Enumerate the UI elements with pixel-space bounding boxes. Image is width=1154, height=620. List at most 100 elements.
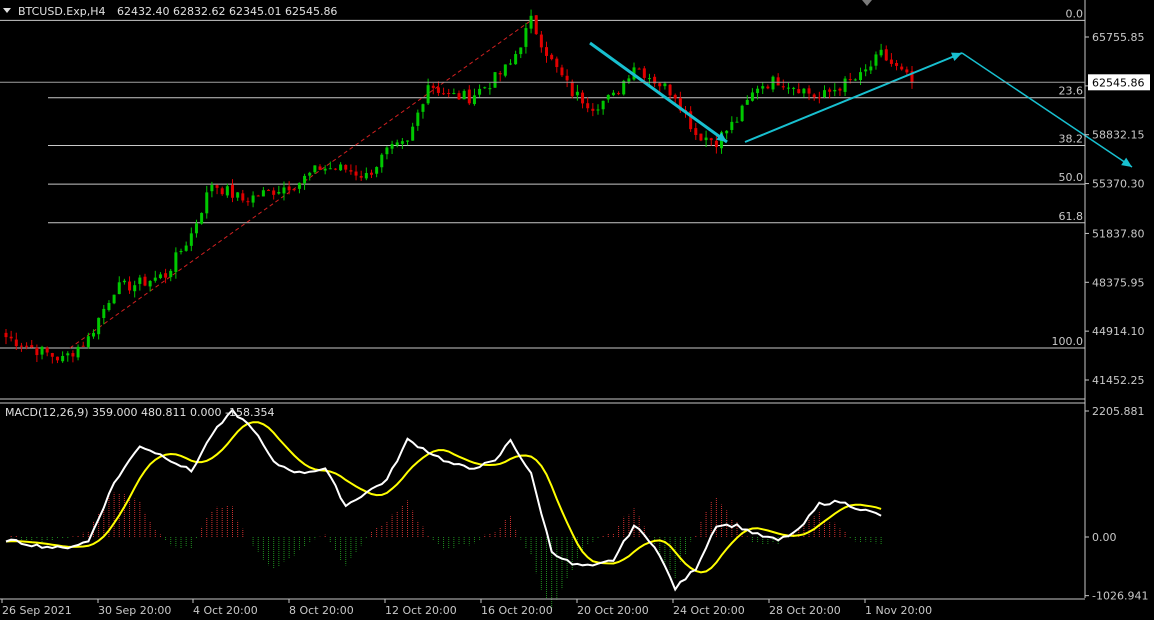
candle-body bbox=[35, 347, 39, 356]
candle-body bbox=[776, 77, 780, 86]
candle-body bbox=[565, 75, 569, 81]
time-tick-label: 8 Oct 20:00 bbox=[289, 604, 354, 617]
candle-body bbox=[488, 88, 492, 90]
candle-body bbox=[236, 192, 240, 198]
candle-body bbox=[884, 49, 888, 61]
candle-body bbox=[508, 63, 512, 65]
candle-body bbox=[112, 294, 116, 304]
candle-body bbox=[879, 49, 883, 56]
candle-body bbox=[797, 89, 801, 94]
ohlc-readout: 62432.40 62832.62 62345.01 62545.86 bbox=[117, 5, 337, 18]
candle-body bbox=[318, 166, 322, 170]
time-tick-label: 16 Oct 20:00 bbox=[481, 604, 553, 617]
candle-body bbox=[215, 185, 219, 188]
time-tick-label: 30 Sep 20:00 bbox=[98, 604, 171, 617]
candle-body bbox=[735, 121, 739, 123]
candle-body bbox=[436, 87, 440, 93]
candle-body bbox=[19, 345, 23, 347]
time-tick-label: 1 Nov 20:00 bbox=[865, 604, 932, 617]
candle-body bbox=[359, 175, 363, 178]
candle-body bbox=[55, 356, 59, 361]
candle-body bbox=[205, 192, 209, 214]
candle-body bbox=[86, 336, 90, 347]
candle-body bbox=[534, 15, 538, 35]
candle-body bbox=[905, 69, 909, 73]
candle-body bbox=[71, 353, 75, 357]
candle-body bbox=[859, 72, 863, 81]
candle-body bbox=[442, 93, 446, 95]
time-tick-label: 28 Oct 20:00 bbox=[769, 604, 841, 617]
candle-body bbox=[817, 97, 821, 99]
fib-level-label: 0.0 bbox=[1066, 7, 1084, 20]
price-tick-label: 51837.80 bbox=[1092, 227, 1145, 240]
candle-body bbox=[267, 189, 271, 191]
candle-body bbox=[895, 63, 899, 66]
candle-body bbox=[694, 128, 698, 135]
fib-level-label: 38.2 bbox=[1059, 133, 1084, 146]
candle-body bbox=[864, 69, 868, 72]
candle-body bbox=[647, 78, 651, 80]
time-tick-label: 20 Oct 20:00 bbox=[577, 604, 649, 617]
candle-body bbox=[467, 89, 471, 104]
candle-body bbox=[756, 88, 760, 94]
price-tick-label: 41452.25 bbox=[1092, 374, 1145, 387]
candle-body bbox=[740, 105, 744, 122]
candle-body bbox=[596, 109, 600, 111]
candle-body bbox=[50, 353, 54, 357]
candle-body bbox=[92, 332, 96, 337]
candle-body bbox=[143, 276, 147, 286]
candle-body bbox=[81, 345, 85, 347]
candle-body bbox=[184, 245, 188, 251]
candle-body bbox=[364, 173, 368, 179]
candle-body bbox=[560, 67, 564, 76]
candle-body bbox=[591, 108, 595, 111]
trading-chart[interactable]: 0.0 23.6 38.2 50.0 61.8 100.0 65755.85 58832.1… bbox=[0, 0, 1154, 620]
candle-body bbox=[452, 92, 456, 94]
candle-body bbox=[369, 172, 373, 175]
candle-body bbox=[807, 88, 811, 94]
candle-body bbox=[210, 185, 214, 192]
candle-body bbox=[745, 99, 749, 105]
macd-tick-label: -1026.941 bbox=[1092, 590, 1148, 603]
candle-body bbox=[395, 142, 399, 146]
candle-body bbox=[9, 336, 13, 339]
candle-body bbox=[725, 130, 729, 134]
candle-body bbox=[611, 92, 615, 96]
candle-body bbox=[158, 274, 162, 279]
candle-body bbox=[272, 190, 276, 195]
candle-body bbox=[174, 252, 178, 272]
candle-body bbox=[668, 84, 672, 96]
candle-body bbox=[282, 187, 286, 194]
time-tick-label: 24 Oct 20:00 bbox=[673, 604, 745, 617]
price-tick-label: 65755.85 bbox=[1092, 31, 1145, 44]
candle-body bbox=[869, 66, 873, 71]
candle-body bbox=[246, 201, 250, 203]
candle-body bbox=[673, 94, 677, 99]
candle-body bbox=[586, 103, 590, 109]
candle-body bbox=[40, 346, 44, 355]
candle-body bbox=[575, 91, 579, 96]
fib-level-label: 50.0 bbox=[1059, 171, 1084, 184]
macd-tick-label: 0.00 bbox=[1092, 531, 1117, 544]
candle-body bbox=[750, 92, 754, 101]
candle-body bbox=[462, 90, 466, 100]
fib-level-label: 23.6 bbox=[1059, 85, 1084, 98]
candle-body bbox=[256, 195, 260, 197]
candle-body bbox=[519, 47, 523, 55]
candle-body bbox=[76, 346, 80, 358]
candle-body bbox=[122, 280, 126, 283]
candle-body bbox=[766, 86, 770, 89]
candle-body bbox=[189, 233, 193, 246]
candle-body bbox=[627, 78, 631, 82]
candle-body bbox=[333, 168, 337, 170]
candle-body bbox=[838, 88, 842, 91]
candle-body bbox=[261, 190, 265, 197]
candle-body bbox=[411, 126, 415, 141]
candle-body bbox=[792, 87, 796, 89]
candle-body bbox=[617, 93, 621, 95]
candle-body bbox=[555, 58, 559, 68]
candle-body bbox=[323, 168, 327, 171]
candle-body bbox=[277, 192, 281, 194]
candle-body bbox=[812, 94, 816, 98]
candle-body bbox=[447, 92, 451, 94]
